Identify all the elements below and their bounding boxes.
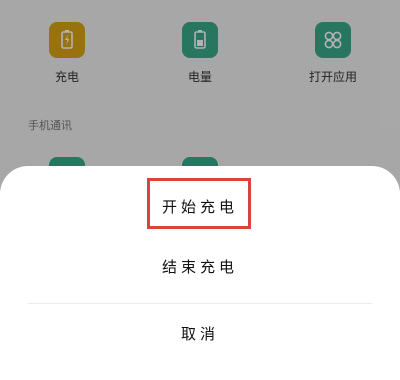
highlight-box [147, 178, 251, 229]
stop-charging-button[interactable]: 结束充电 [0, 256, 400, 277]
divider [28, 303, 372, 304]
cancel-button[interactable]: 取消 [0, 323, 400, 344]
